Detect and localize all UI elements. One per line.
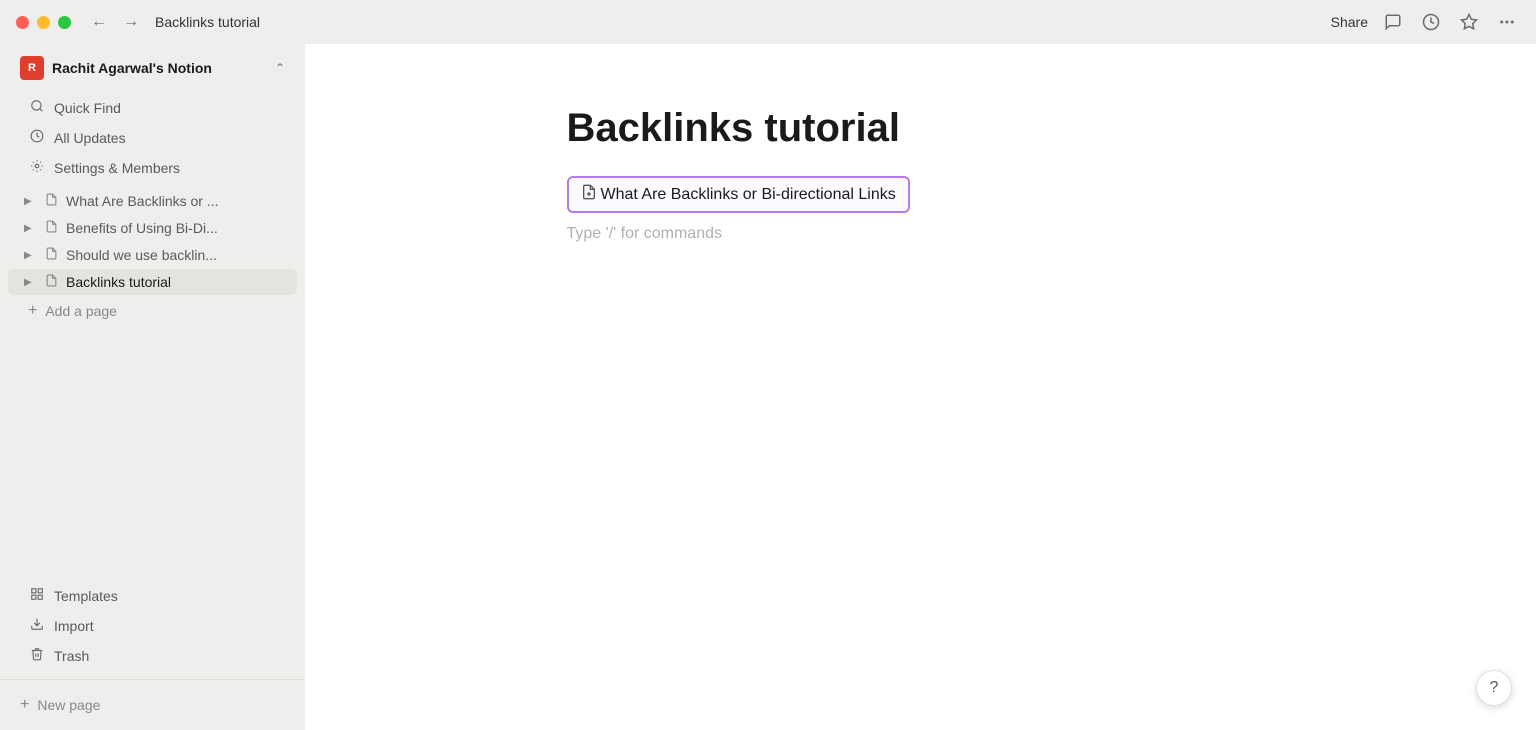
sidebar-page-3-label: Should we use backlin... xyxy=(66,247,217,263)
trash-icon xyxy=(28,647,46,664)
maximize-button[interactable] xyxy=(58,16,71,29)
favorite-icon-button[interactable] xyxy=(1456,9,1482,35)
page-chevron-icon: ▶ xyxy=(24,277,36,288)
page-link-label: What Are Backlinks or Bi-directional Lin… xyxy=(601,186,896,204)
templates-label: Templates xyxy=(54,588,118,604)
main-layout: R Rachit Agarwal's Notion ⌃ Quick Find xyxy=(0,44,1536,730)
page-doc-icon xyxy=(42,247,60,263)
sidebar-item-all-updates-label: All Updates xyxy=(54,130,126,146)
sidebar-page-4[interactable]: ▶ Backlinks tutorial xyxy=(8,269,297,295)
new-page-plus-icon: + xyxy=(20,696,29,714)
clock-icon xyxy=(28,129,46,146)
workspace-chevron-icon: ⌃ xyxy=(275,61,285,75)
sidebar-item-import[interactable]: Import xyxy=(8,611,297,640)
page-chevron-icon: ▶ xyxy=(24,223,36,234)
settings-icon xyxy=(28,159,46,176)
templates-icon xyxy=(28,587,46,604)
sidebar: R Rachit Agarwal's Notion ⌃ Quick Find xyxy=(0,44,305,730)
add-page-label: Add a page xyxy=(45,303,117,319)
sidebar-page-4-label: Backlinks tutorial xyxy=(66,274,171,290)
page-placeholder[interactable]: Type '/' for commands xyxy=(567,221,723,247)
sidebar-page-1[interactable]: ▶ What Are Backlinks or ... xyxy=(8,188,297,214)
window-controls xyxy=(16,16,71,29)
sidebar-footer: + New page xyxy=(0,679,305,730)
history-icon-button[interactable] xyxy=(1418,9,1444,35)
page-link-block[interactable]: What Are Backlinks or Bi-directional Lin… xyxy=(567,176,910,213)
page-chevron-icon: ▶ xyxy=(24,250,36,261)
plus-icon: + xyxy=(28,302,37,320)
new-page-button[interactable]: + New page xyxy=(8,688,297,722)
sidebar-item-all-updates[interactable]: All Updates xyxy=(8,123,297,152)
minimize-button[interactable] xyxy=(37,16,50,29)
sidebar-item-quick-find[interactable]: Quick Find xyxy=(8,93,297,122)
trash-label: Trash xyxy=(54,648,89,664)
sidebar-nav: Quick Find All Updates S xyxy=(0,92,305,183)
import-label: Import xyxy=(54,618,94,634)
sidebar-item-templates[interactable]: Templates xyxy=(8,581,297,610)
sidebar-bottom: Templates Import xyxy=(0,576,305,679)
back-button[interactable]: ← xyxy=(87,9,111,35)
link-page-icon xyxy=(581,184,597,205)
help-button[interactable]: ? xyxy=(1476,670,1512,706)
sidebar-page-1-label: What Are Backlinks or ... xyxy=(66,193,219,209)
sidebar-page-3[interactable]: ▶ Should we use backlin... xyxy=(8,242,297,268)
page-doc-icon xyxy=(42,274,60,290)
sidebar-item-quick-find-label: Quick Find xyxy=(54,100,121,116)
page-doc-icon xyxy=(42,193,60,209)
page-chevron-icon: ▶ xyxy=(24,196,36,207)
page-title-bar: Backlinks tutorial xyxy=(155,14,1331,30)
nav-controls: ← → xyxy=(87,9,143,35)
workspace-avatar: R xyxy=(20,56,44,80)
page-title: Backlinks tutorial xyxy=(567,104,900,152)
content-area: Backlinks tutorial What Are Backlinks or… xyxy=(305,44,1536,730)
workspace-name: Rachit Agarwal's Notion xyxy=(52,60,267,76)
import-icon xyxy=(28,617,46,634)
titlebar-actions: Share xyxy=(1331,9,1520,35)
workspace-selector[interactable]: R Rachit Agarwal's Notion ⌃ xyxy=(8,48,297,88)
titlebar: ← → Backlinks tutorial Share xyxy=(0,0,1536,44)
close-button[interactable] xyxy=(16,16,29,29)
share-button[interactable]: Share xyxy=(1331,14,1368,30)
sidebar-pages: ▶ What Are Backlinks or ... ▶ xyxy=(0,183,305,576)
search-icon xyxy=(28,99,46,116)
sidebar-item-settings[interactable]: Settings & Members xyxy=(8,153,297,182)
add-page-button[interactable]: + Add a page xyxy=(8,296,297,326)
comment-icon-button[interactable] xyxy=(1380,9,1406,35)
sidebar-page-2-label: Benefits of Using Bi-Di... xyxy=(66,220,218,236)
sidebar-item-settings-label: Settings & Members xyxy=(54,160,180,176)
sidebar-item-trash[interactable]: Trash xyxy=(8,641,297,670)
forward-button[interactable]: → xyxy=(119,9,143,35)
more-options-button[interactable] xyxy=(1494,9,1520,35)
sidebar-page-2[interactable]: ▶ Benefits of Using Bi-Di... xyxy=(8,215,297,241)
new-page-label: New page xyxy=(37,697,100,713)
page-doc-icon xyxy=(42,220,60,236)
page-content: Backlinks tutorial What Are Backlinks or… xyxy=(471,44,1371,730)
